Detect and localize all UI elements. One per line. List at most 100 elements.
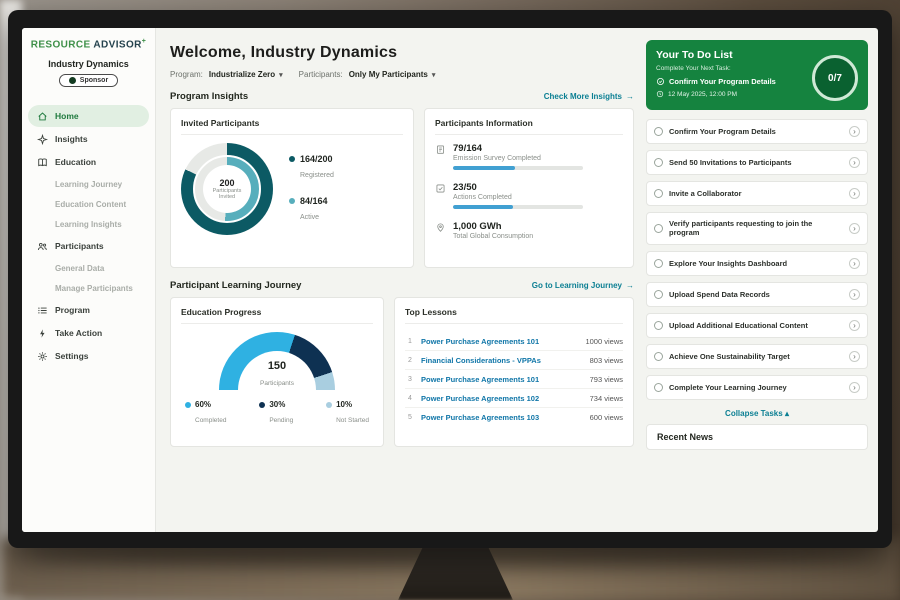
main-content: Welcome, Industry Dynamics Program: Indu… (156, 28, 646, 532)
task-row[interactable]: Upload Spend Data Records › (646, 282, 868, 307)
program-select[interactable]: Industrialize Zero ▾ (209, 70, 283, 79)
stat-row: 1,000 GWh Total Global Consumption (435, 221, 623, 240)
sparkle-icon (37, 134, 48, 145)
todo-card: Your To Do List Complete Your Next Task:… (646, 40, 868, 110)
chevron-right-icon: › (849, 289, 860, 300)
participants-filter-label: Participants: (299, 70, 343, 79)
progress-track (453, 166, 583, 170)
participants-information-card: Participants Information 79/164 Emission… (424, 108, 634, 268)
sidebar-item-general-data[interactable]: General Data (22, 258, 155, 278)
chevron-up-icon: ▴ (785, 409, 789, 418)
lesson-row: 3 Power Purchase Agreements 101 793 view… (405, 370, 623, 389)
check-more-insights-link[interactable]: Check More Insights → (544, 92, 634, 101)
checkbox-circle-icon (654, 290, 663, 299)
lesson-link[interactable]: Financial Considerations - VPPAs (421, 356, 584, 365)
donut-ring-inner: 200 Participants Invited (193, 155, 261, 223)
chevron-right-icon: › (849, 320, 860, 331)
sidebar-item-education-content[interactable]: Education Content (22, 194, 155, 214)
sidebar-item-take-action[interactable]: Take Action (28, 322, 149, 344)
sidebar-item-learning-insights[interactable]: Learning Insights (22, 214, 155, 234)
task-row[interactable]: Upload Additional Educational Content › (646, 313, 868, 338)
lesson-link[interactable]: Power Purchase Agreements 101 (421, 337, 579, 346)
todo-due: 12 May 2025, 12:00 PM (656, 90, 776, 98)
checkbox-circle-icon (654, 158, 663, 167)
checkbox-circle-icon (654, 189, 663, 198)
invited-legend-dot (289, 156, 295, 162)
right-panel: Your To Do List Complete Your Next Task:… (646, 28, 878, 532)
lesson-link[interactable]: Power Purchase Agreements 102 (421, 394, 584, 403)
page-title: Welcome, Industry Dynamics (170, 44, 634, 62)
donut-ring-outer: 200 Participants Invited (181, 143, 273, 235)
sidebar-item-manage-participants[interactable]: Manage Participants (22, 278, 155, 298)
location-pin-icon (435, 222, 446, 240)
task-row[interactable]: Send 50 Invitations to Participants › (646, 150, 868, 175)
task-row[interactable]: Invite a Collaborator › (646, 181, 868, 206)
education-gauge: 150 Participants (219, 332, 335, 390)
lesson-row: 2 Financial Considerations - VPPAs 803 v… (405, 351, 623, 370)
org-name: Industry Dynamics (28, 59, 149, 69)
chevron-right-icon: › (849, 126, 860, 137)
check-circle-icon (656, 77, 665, 86)
task-row[interactable]: Confirm Your Program Details › (646, 119, 868, 144)
monitor-bezel: RESOURCE ADVISOR+ Industry Dynamics Spon… (8, 10, 892, 548)
brand-part2: ADVISOR (93, 39, 141, 50)
gauge-center: 150 Participants (219, 360, 335, 390)
sponsor-badge-label: Sponsor (80, 77, 108, 84)
participants-select[interactable]: Only My Participants ▾ (349, 70, 436, 79)
chevron-right-icon: › (849, 382, 860, 393)
invited-legend-dot (289, 198, 295, 204)
sponsor-dot-icon (69, 77, 76, 84)
lesson-row: 1 Power Purchase Agreements 101 1000 vie… (405, 332, 623, 351)
gauge-legend-dot (185, 402, 191, 408)
chevron-right-icon: › (849, 258, 860, 269)
sidebar: RESOURCE ADVISOR+ Industry Dynamics Spon… (22, 28, 156, 532)
sidebar-item-insights[interactable]: Insights (28, 128, 149, 150)
gear-icon (37, 351, 48, 362)
todo-title: Your To Do List (656, 49, 776, 61)
clipboard-icon (435, 144, 446, 170)
sidebar-item-learning-journey[interactable]: Learning Journey (22, 174, 155, 194)
chevron-down-icon: ▾ (432, 71, 436, 79)
collapse-tasks-link[interactable]: Collapse Tasks ▴ (646, 406, 868, 424)
lightning-icon (37, 328, 48, 339)
sidebar-nav: Home Insights Education Learning Journey (22, 105, 155, 367)
checklist-icon (435, 183, 446, 209)
stat-progress-fill (453, 166, 515, 170)
recent-news-header: Recent News (646, 424, 868, 450)
todo-progress-ring: 0/7 (812, 55, 858, 101)
gauge-legend-dot (259, 402, 265, 408)
legend-completed: 60%Completed (185, 400, 226, 427)
go-to-learning-journey-link[interactable]: Go to Learning Journey → (532, 281, 634, 290)
sidebar-item-education[interactable]: Education (28, 151, 149, 173)
gauge-legend: 60%Completed 30%Pending 10%Not Started (181, 394, 373, 427)
screen: RESOURCE ADVISOR+ Industry Dynamics Spon… (22, 28, 878, 532)
book-icon (37, 157, 48, 168)
card-title: Top Lessons (405, 307, 623, 324)
task-row[interactable]: Verify participants requesting to join t… (646, 212, 868, 245)
list-icon (37, 305, 48, 316)
sidebar-item-participants[interactable]: Participants (28, 235, 149, 257)
lesson-row: 5 Power Purchase Agreements 103 600 view… (405, 408, 623, 426)
people-icon (37, 241, 48, 252)
stat-progress-fill (453, 205, 513, 209)
checkbox-circle-icon (654, 352, 663, 361)
sidebar-item-program[interactable]: Program (28, 299, 149, 321)
checkbox-circle-icon (654, 224, 663, 233)
chevron-down-icon: ▾ (279, 71, 283, 79)
sidebar-item-home[interactable]: Home (28, 105, 149, 127)
clock-icon (656, 90, 664, 98)
chevron-right-icon: › (849, 188, 860, 199)
card-title: Invited Participants (181, 118, 403, 135)
invited-legend: 164/200 Registered 84/164 Active (289, 154, 334, 224)
task-row[interactable]: Explore Your Insights Dashboard › (646, 251, 868, 276)
stat-row: 79/164 Emission Survey Completed (435, 143, 623, 170)
program-filter-label: Program: (170, 70, 203, 79)
invited-participants-card: Invited Participants 200 Participants In… (170, 108, 414, 268)
task-row[interactable]: Complete Your Learning Journey › (646, 375, 868, 400)
sidebar-item-settings[interactable]: Settings (28, 345, 149, 367)
lesson-link[interactable]: Power Purchase Agreements 103 (421, 413, 584, 422)
lesson-link[interactable]: Power Purchase Agreements 101 (421, 375, 584, 384)
top-lessons-card: Top Lessons 1 Power Purchase Agreements … (394, 297, 634, 447)
arrow-right-icon: → (626, 281, 634, 290)
task-row[interactable]: Achieve One Sustainability Target › (646, 344, 868, 369)
